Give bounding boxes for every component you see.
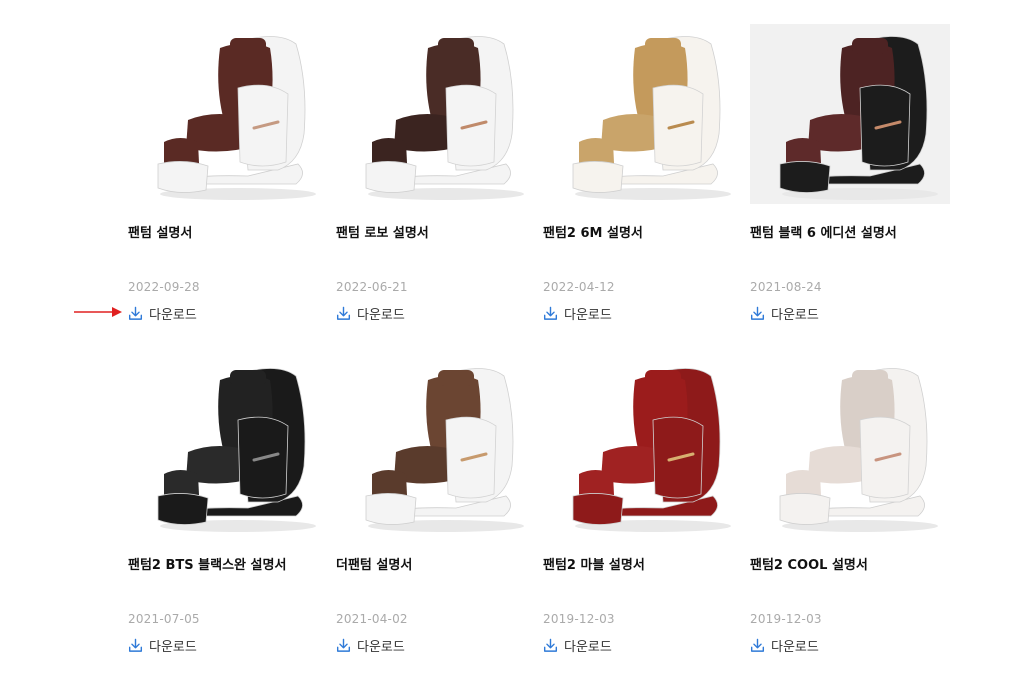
download-icon: [128, 306, 143, 320]
product-image[interactable]: [128, 24, 328, 204]
download-button[interactable]: 다운로드: [128, 304, 197, 323]
download-icon: [336, 306, 351, 320]
product-image[interactable]: [750, 24, 950, 204]
download-button[interactable]: 다운로드: [336, 636, 405, 655]
download-button[interactable]: 다운로드: [543, 304, 612, 323]
arrow-right-icon: [74, 307, 122, 317]
download-button[interactable]: 다운로드: [750, 304, 819, 323]
manual-date: 2022-06-21: [336, 280, 408, 294]
download-icon: [128, 638, 143, 652]
download-icon: [543, 306, 558, 320]
download-icon: [750, 306, 765, 320]
download-label: 다운로드: [149, 640, 197, 655]
manual-title[interactable]: 팬텀 블랙 6 에디션 설명서: [750, 222, 897, 241]
download-label: 다운로드: [149, 308, 197, 323]
download-label: 다운로드: [564, 308, 612, 323]
manual-date: 2021-08-24: [750, 280, 822, 294]
product-image[interactable]: [128, 356, 328, 536]
download-label: 다운로드: [357, 308, 405, 323]
product-image[interactable]: [543, 356, 743, 536]
product-image[interactable]: [336, 356, 536, 536]
manual-title[interactable]: 팬텀2 6M 설명서: [543, 222, 643, 241]
download-label: 다운로드: [771, 308, 819, 323]
manual-date: 2022-09-28: [128, 280, 200, 294]
manual-date: 2021-04-02: [336, 612, 408, 626]
manual-title[interactable]: 팬텀 설명서: [128, 222, 192, 241]
download-label: 다운로드: [357, 640, 405, 655]
manual-title[interactable]: 팬텀 로보 설명서: [336, 222, 429, 241]
manual-title[interactable]: 팬텀2 마블 설명서: [543, 554, 645, 573]
download-button[interactable]: 다운로드: [543, 636, 612, 655]
manual-date: 2019-12-03: [750, 612, 822, 626]
manual-title[interactable]: 팬텀2 COOL 설명서: [750, 554, 868, 573]
product-image[interactable]: [336, 24, 536, 204]
download-button[interactable]: 다운로드: [336, 304, 405, 323]
manual-date: 2021-07-05: [128, 612, 200, 626]
manual-date: 2022-04-12: [543, 280, 615, 294]
manual-title[interactable]: 팬텀2 BTS 블랙스완 설명서: [128, 554, 286, 573]
download-button[interactable]: 다운로드: [128, 636, 197, 655]
product-image[interactable]: [543, 24, 743, 204]
download-icon: [543, 638, 558, 652]
download-label: 다운로드: [771, 640, 819, 655]
manual-date: 2019-12-03: [543, 612, 615, 626]
manual-title[interactable]: 더팬텀 설명서: [336, 554, 412, 573]
product-image[interactable]: [750, 356, 950, 536]
download-button[interactable]: 다운로드: [750, 636, 819, 655]
download-icon: [336, 638, 351, 652]
download-label: 다운로드: [564, 640, 612, 655]
download-icon: [750, 638, 765, 652]
